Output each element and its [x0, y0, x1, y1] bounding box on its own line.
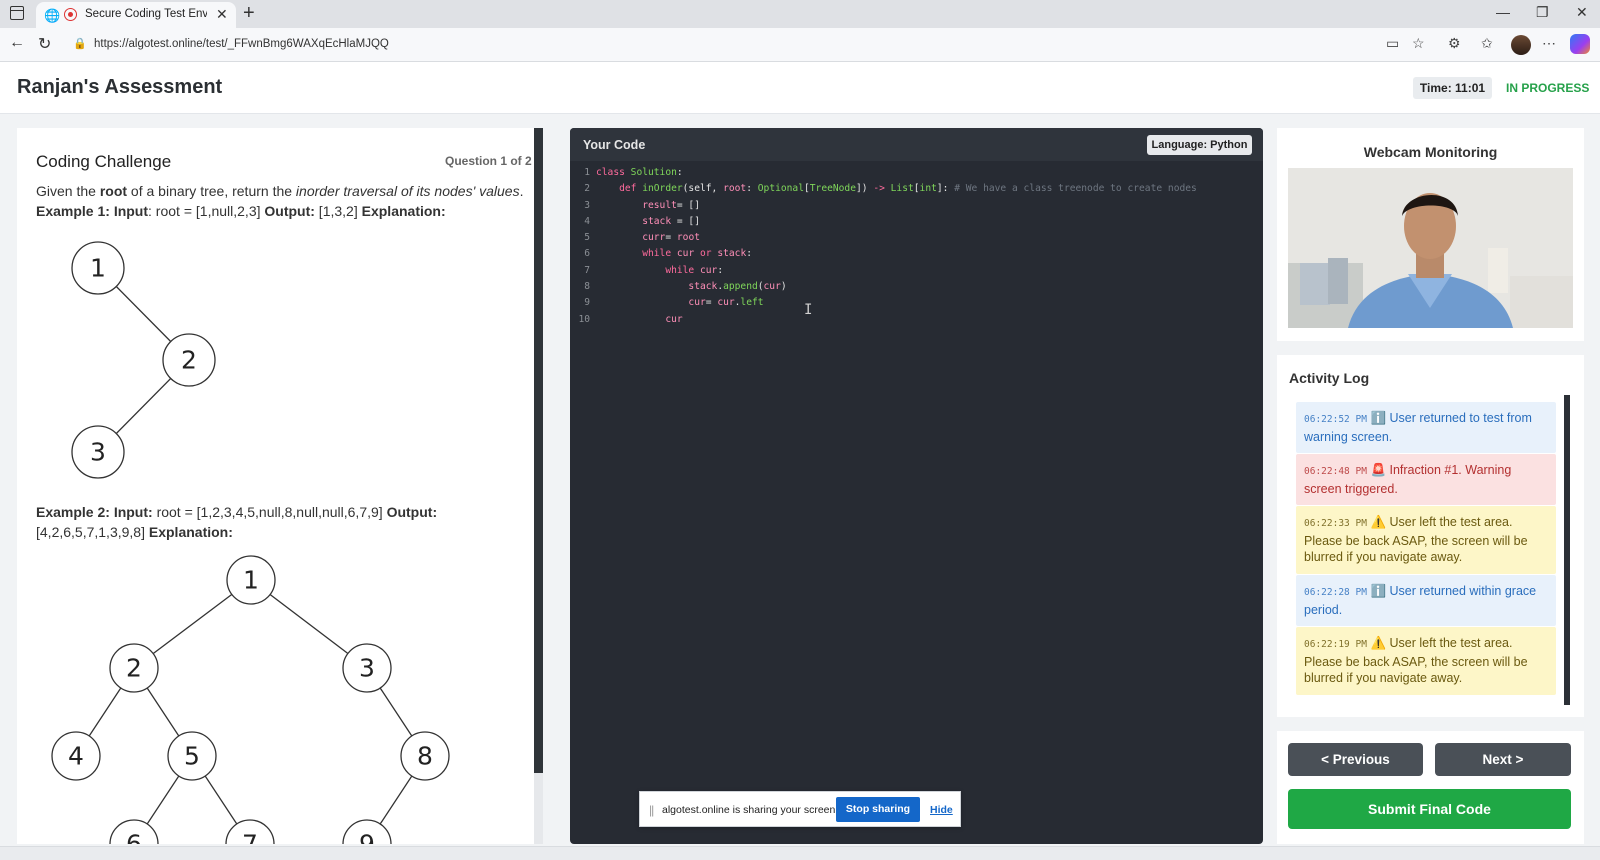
- recording-icon: [64, 8, 77, 21]
- favorite-star-icon[interactable]: ☆: [1412, 35, 1425, 52]
- code-line[interactable]: 9 cur= cur.left: [570, 295, 1263, 311]
- hide-link[interactable]: Hide: [930, 804, 953, 816]
- code-line[interactable]: 2 def inOrder(self, root: Optional[TreeN…: [570, 181, 1263, 197]
- new-tab-icon[interactable]: +: [243, 2, 255, 25]
- tab-title: Secure Coding Test Environment: [85, 8, 207, 20]
- code-line[interactable]: 7 while cur:: [570, 263, 1263, 279]
- webcam-feed: [1288, 168, 1573, 328]
- code-line[interactable]: 10 cur: [570, 312, 1263, 328]
- tab-actions-icon[interactable]: [10, 6, 24, 20]
- tree1-node-label: 2: [181, 346, 197, 375]
- copilot-icon[interactable]: [1570, 34, 1590, 54]
- browser-address-bar: ← ↻ 🔒 https://algotest.online/test/_FFwn…: [0, 28, 1600, 62]
- log-entry: 06:22:19 PM ⚠️ User left the test area. Pl…: [1296, 627, 1556, 695]
- language-badge: Language: Python: [1147, 135, 1252, 155]
- code-comment: # We have a class treenode to create nod…: [954, 183, 1197, 195]
- back-icon[interactable]: ←: [9, 34, 25, 52]
- code-line[interactable]: 5 curr= root: [570, 230, 1263, 246]
- activity-log-scrollbar[interactable]: [1564, 395, 1570, 705]
- extensions-icon[interactable]: ⚙: [1448, 35, 1461, 52]
- info-icon: ℹ️: [1370, 584, 1387, 598]
- code-line[interactable]: 8 stack.append(cur): [570, 279, 1263, 295]
- tree2-node-label: 3: [359, 654, 375, 683]
- status-badge: IN PROGRESS: [1506, 81, 1590, 95]
- warning-icon: ⚠️: [1370, 515, 1387, 529]
- code-line[interactable]: 4 stack = []: [570, 214, 1263, 230]
- profile-avatar[interactable]: [1511, 35, 1531, 55]
- page-bottom-edge: [0, 846, 1600, 860]
- tree1-node-label: 1: [90, 254, 106, 283]
- log-entry: 06:22:28 PM ℹ️ User returned within grace …: [1296, 575, 1556, 626]
- app-header: Ranjan's Assessment Time: 11:01 IN PROGR…: [0, 62, 1600, 114]
- log-entry: 06:22:33 PM ⚠️ User left the test area. Pl…: [1296, 506, 1556, 574]
- minimize-icon[interactable]: —: [1496, 4, 1510, 20]
- browser-tab-active[interactable]: 🌐 Secure Coding Test Environment ✕: [36, 2, 236, 28]
- restore-icon[interactable]: ❐: [1536, 4, 1549, 21]
- browser-tab-bar: 🌐 Secure Coding Test Environment ✕ + — ❐…: [0, 0, 1600, 28]
- camera-in-use-icon[interactable]: ▭: [1386, 35, 1399, 52]
- previous-button[interactable]: < Previous: [1288, 743, 1423, 776]
- tree2-node-label: 9: [359, 830, 375, 845]
- code-line[interactable]: 3 result= []: [570, 198, 1263, 214]
- info-icon: ℹ️: [1370, 411, 1387, 425]
- editor-header: Your Code Language: Python: [570, 128, 1263, 161]
- reload-icon[interactable]: ↻: [38, 34, 51, 54]
- problem-panel: Coding Challenge Question 1 of 2 Given t…: [17, 128, 543, 844]
- problem-scrollbar[interactable]: [534, 128, 543, 844]
- tree2-node-label: 6: [126, 830, 142, 845]
- submit-final-code-button[interactable]: Submit Final Code: [1288, 789, 1571, 829]
- log-entry: 06:22:52 PM ℹ️ User returned to test from …: [1296, 402, 1556, 453]
- more-menu-icon[interactable]: ⋯: [1542, 35, 1556, 52]
- tree2-node-label: 8: [417, 742, 433, 771]
- tree2-node-label: 1: [243, 566, 259, 595]
- code-line[interactable]: 6 while cur or stack:: [570, 246, 1263, 262]
- webcam-title: Webcam Monitoring: [1363, 144, 1498, 160]
- activity-log-panel: Activity Log 06:22:52 PM ℹ️ User returned …: [1277, 355, 1584, 717]
- window-close-icon[interactable]: ✕: [1576, 4, 1588, 21]
- editor-title: Your Code: [583, 138, 646, 152]
- log-entry: 06:22:48 PM 🚨 Infraction #1. Warning scree…: [1296, 454, 1556, 505]
- favorites-icon[interactable]: ✩: [1481, 35, 1493, 52]
- warning-icon: ⚠️: [1370, 636, 1387, 650]
- tree2-node-label: 7: [242, 830, 258, 845]
- tree1-node-label: 3: [90, 438, 106, 467]
- text-cursor-icon: I: [804, 302, 813, 318]
- tree2-node-label: 2: [126, 654, 142, 683]
- share-message: algotest.online is sharing your screen.: [662, 804, 839, 816]
- example-2-text: Example 2: Input: root = [1,2,3,4,5,null…: [36, 504, 438, 540]
- navigation-panel: < Previous Next > Submit Final Code: [1277, 731, 1584, 844]
- problem-scrollbar-thumb[interactable]: [534, 128, 543, 773]
- close-icon[interactable]: ✕: [216, 6, 228, 23]
- screen-share-bar: || algotest.online is sharing your scree…: [639, 791, 961, 827]
- tree2-node-label: 5: [184, 742, 200, 771]
- code-area[interactable]: 1 class Solution: 2 def inOrder(self, roo…: [570, 165, 1263, 328]
- alarm-icon: 🚨: [1370, 463, 1387, 477]
- drag-handle-icon[interactable]: ||: [649, 803, 654, 817]
- code-line[interactable]: 1 class Solution:: [570, 165, 1263, 181]
- timer-badge: Time: 11:01: [1413, 77, 1492, 99]
- tree2-node-label: 4: [68, 742, 84, 771]
- site-info-icon[interactable]: 🔒: [73, 37, 87, 50]
- activity-log-title: Activity Log: [1289, 370, 1370, 386]
- webcam-panel: Webcam Monitoring: [1277, 128, 1584, 341]
- globe-icon: 🌐: [44, 8, 61, 23]
- next-button[interactable]: Next >: [1435, 743, 1571, 776]
- page-title: Ranjan's Assessment: [17, 76, 223, 98]
- url-field[interactable]: https://algotest.online/test/_FFwnBmg6WA…: [94, 38, 389, 50]
- code-editor[interactable]: Your Code Language: Python 1 class Soluti…: [570, 128, 1263, 844]
- stop-sharing-button[interactable]: Stop sharing: [836, 797, 920, 822]
- example-trees-diagram: 1 2 3 1 2 3 4 5 8 6 7 9: [51, 241, 450, 845]
